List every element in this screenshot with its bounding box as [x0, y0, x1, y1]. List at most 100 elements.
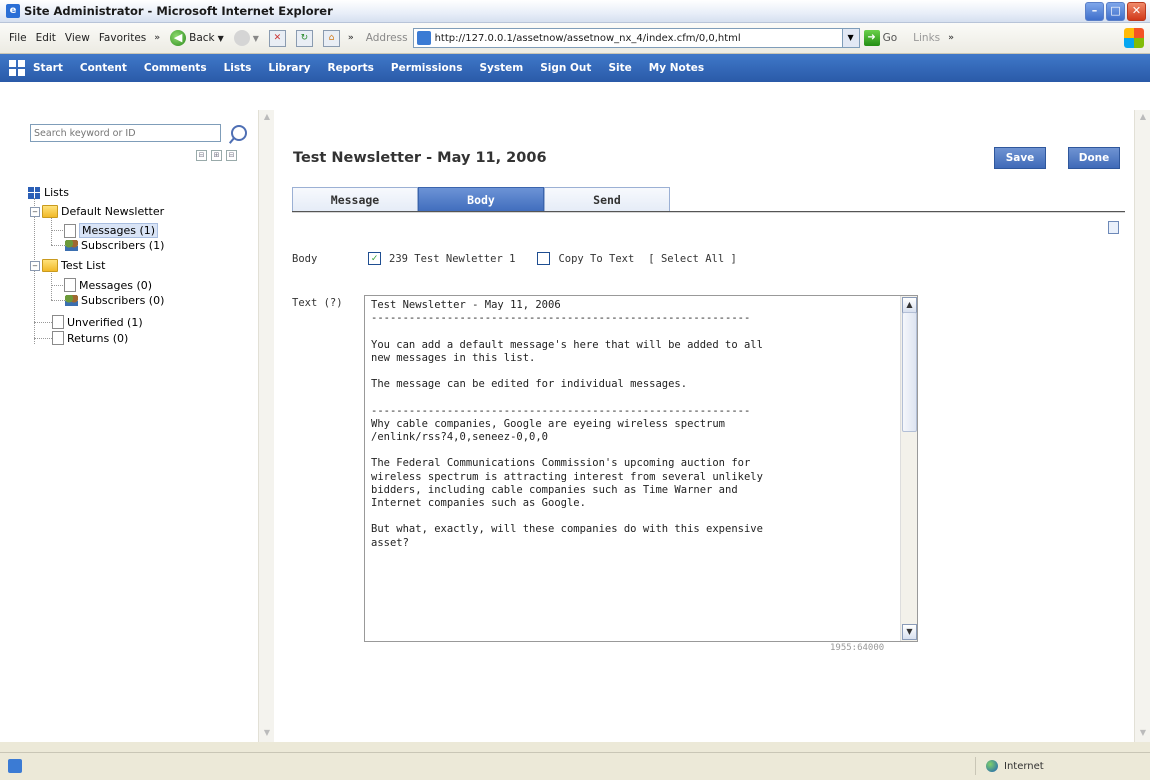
app-navbar: Start Content Comments Lists Library Rep… [0, 54, 1150, 82]
scroll-down-icon[interactable]: ▼ [902, 624, 917, 640]
text-line: The message can be edited for individual… [371, 378, 688, 391]
nav-my-notes[interactable]: My Notes [649, 62, 704, 74]
go-label: Go [882, 32, 898, 44]
scroll-up-icon[interactable]: ▲ [902, 297, 917, 313]
minimize-button[interactable]: – [1085, 2, 1104, 21]
maximize-button[interactable]: □ [1106, 2, 1125, 21]
tree-label: Messages (1) [79, 223, 159, 238]
menu-edit[interactable]: Edit [36, 32, 56, 44]
nav-permissions[interactable]: Permissions [391, 62, 463, 74]
stop-button[interactable]: ✕ [268, 29, 286, 47]
search-icon[interactable] [231, 125, 247, 141]
text-line: ----------------------------------------… [371, 404, 751, 417]
collapse-node-icon[interactable]: − [30, 206, 40, 217]
back-label: Back [189, 32, 215, 44]
nav-content[interactable]: Content [80, 62, 127, 74]
textarea-scrollbar[interactable]: ▲ ▼ [900, 296, 917, 641]
tab-send[interactable]: Send [544, 187, 670, 212]
page-scrollbar[interactable]: ▲ ▼ [1134, 110, 1150, 742]
menu-favorites[interactable]: Favorites [99, 32, 146, 44]
tree-item-lists[interactable]: Lists [28, 186, 69, 199]
scroll-down-icon[interactable]: ▼ [262, 728, 272, 738]
tree-label: Messages (0) [79, 278, 153, 292]
text-line: You can add a default message's here tha… [371, 338, 763, 351]
scroll-up-icon[interactable]: ▲ [1138, 112, 1148, 122]
home-icon: ⌂ [322, 29, 340, 47]
subscribers-icon [65, 295, 78, 306]
refresh-button[interactable]: ↻ [295, 29, 313, 47]
nav-reports[interactable]: Reports [327, 62, 373, 74]
scroll-up-icon[interactable]: ▲ [262, 112, 272, 122]
nav-comments[interactable]: Comments [144, 62, 207, 74]
nav-start[interactable]: Start [33, 62, 63, 74]
forward-button[interactable]: ▼ [233, 30, 259, 46]
toolbar-overflow-icon[interactable]: » [348, 33, 354, 43]
nav-library[interactable]: Library [268, 62, 310, 74]
tree-item-returns[interactable]: Returns (0) [52, 331, 128, 345]
done-button[interactable]: Done [1068, 147, 1120, 169]
sidebar-scrollbar[interactable]: ▲ ▼ [258, 110, 275, 742]
nav-system[interactable]: System [479, 62, 523, 74]
back-dropdown-icon[interactable]: ▼ [218, 34, 224, 43]
nav-lists[interactable]: Lists [224, 62, 252, 74]
textarea-content[interactable]: Test Newsletter - May 11, 2006 ----------… [371, 299, 895, 637]
scroll-down-icon[interactable]: ▼ [1138, 728, 1148, 738]
address-dropdown-icon[interactable]: ▼ [842, 28, 860, 48]
frame-bottom [0, 742, 1150, 752]
tree-item-tl-subscribers[interactable]: Subscribers (0) [65, 294, 164, 307]
sidebar-search [30, 124, 247, 142]
collapse-all-icon[interactable]: ⊟ [196, 150, 207, 161]
tab-body[interactable]: Body [418, 187, 544, 212]
tree-item-default-newsletter[interactable]: − Default Newsletter [30, 205, 164, 218]
menu-file[interactable]: File [9, 32, 27, 44]
folder-icon [42, 259, 58, 272]
links-button[interactable]: Links [913, 32, 940, 44]
tab-message[interactable]: Message [292, 187, 418, 212]
body-options: ✓ 239 Test Newletter 1 Copy To Text [ Se… [368, 252, 737, 265]
text-line: But what, exactly, will these companies … [371, 523, 763, 536]
search-input[interactable] [30, 124, 221, 142]
tree-item-test-list[interactable]: − Test List [30, 259, 105, 272]
tab-divider-shadow [292, 212, 1125, 213]
menu-view[interactable]: View [65, 32, 90, 44]
tree-controls: ⊟ ⊞ ⊟ [196, 150, 237, 161]
expand-all-icon[interactable]: ⊞ [211, 150, 222, 161]
close-button[interactable]: ✕ [1127, 2, 1146, 21]
app-logo-icon [9, 60, 25, 76]
body-option-checkbox[interactable]: ✓ [368, 252, 381, 265]
text-line [371, 510, 895, 523]
browser-toolbar: File Edit View Favorites » ◀ Back ▼ ▼ ✕ … [0, 23, 1150, 54]
tree-item-dn-subscribers[interactable]: Subscribers (1) [65, 239, 164, 252]
menu-overflow-icon[interactable]: » [154, 33, 160, 43]
collapse-icon[interactable]: ⊟ [226, 150, 237, 161]
address-field[interactable]: http://127.0.0.1/assetnow/assetnow_nx_4/… [412, 28, 843, 48]
nav-sign-out[interactable]: Sign Out [540, 62, 591, 74]
copy-to-text-checkbox[interactable] [537, 252, 551, 265]
back-button[interactable]: ◀ Back ▼ [170, 30, 224, 46]
nav-site[interactable]: Site [608, 62, 631, 74]
text-line: /enlink/rss?4,0,seneez-0,0,0 [371, 431, 549, 444]
forward-dropdown-icon[interactable]: ▼ [253, 34, 259, 43]
home-button[interactable]: ⌂ [322, 29, 340, 47]
tree-label: Test List [61, 259, 106, 272]
text-label[interactable]: Text (?) [292, 297, 343, 309]
tree-item-dn-messages[interactable]: Messages (1) [64, 223, 159, 238]
select-all-link[interactable]: [ Select All ] [648, 253, 737, 265]
tree-item-unverified[interactable]: Unverified (1) [52, 315, 143, 329]
message-doc-icon [64, 278, 76, 292]
tree-item-tl-messages[interactable]: Messages (0) [64, 278, 152, 292]
address-value: http://127.0.0.1/assetnow/assetnow_nx_4/… [434, 32, 741, 44]
text-line: bidders, including cable companies such … [371, 483, 738, 496]
save-button[interactable]: Save [994, 147, 1046, 169]
document-icon[interactable] [1108, 221, 1119, 234]
folder-icon [42, 205, 58, 218]
text-line: Test Newsletter - May 11, 2006 [371, 299, 561, 311]
text-body-textarea[interactable]: Test Newsletter - May 11, 2006 ----------… [364, 295, 918, 642]
scroll-thumb[interactable] [902, 312, 917, 432]
text-line [371, 444, 895, 457]
collapse-node-icon[interactable]: − [30, 260, 40, 271]
go-button[interactable]: ➜ Go [863, 30, 898, 46]
page-status-icon [8, 759, 22, 773]
window-title: Site Administrator - Microsoft Internet … [24, 4, 333, 18]
links-overflow-icon[interactable]: » [948, 33, 954, 43]
